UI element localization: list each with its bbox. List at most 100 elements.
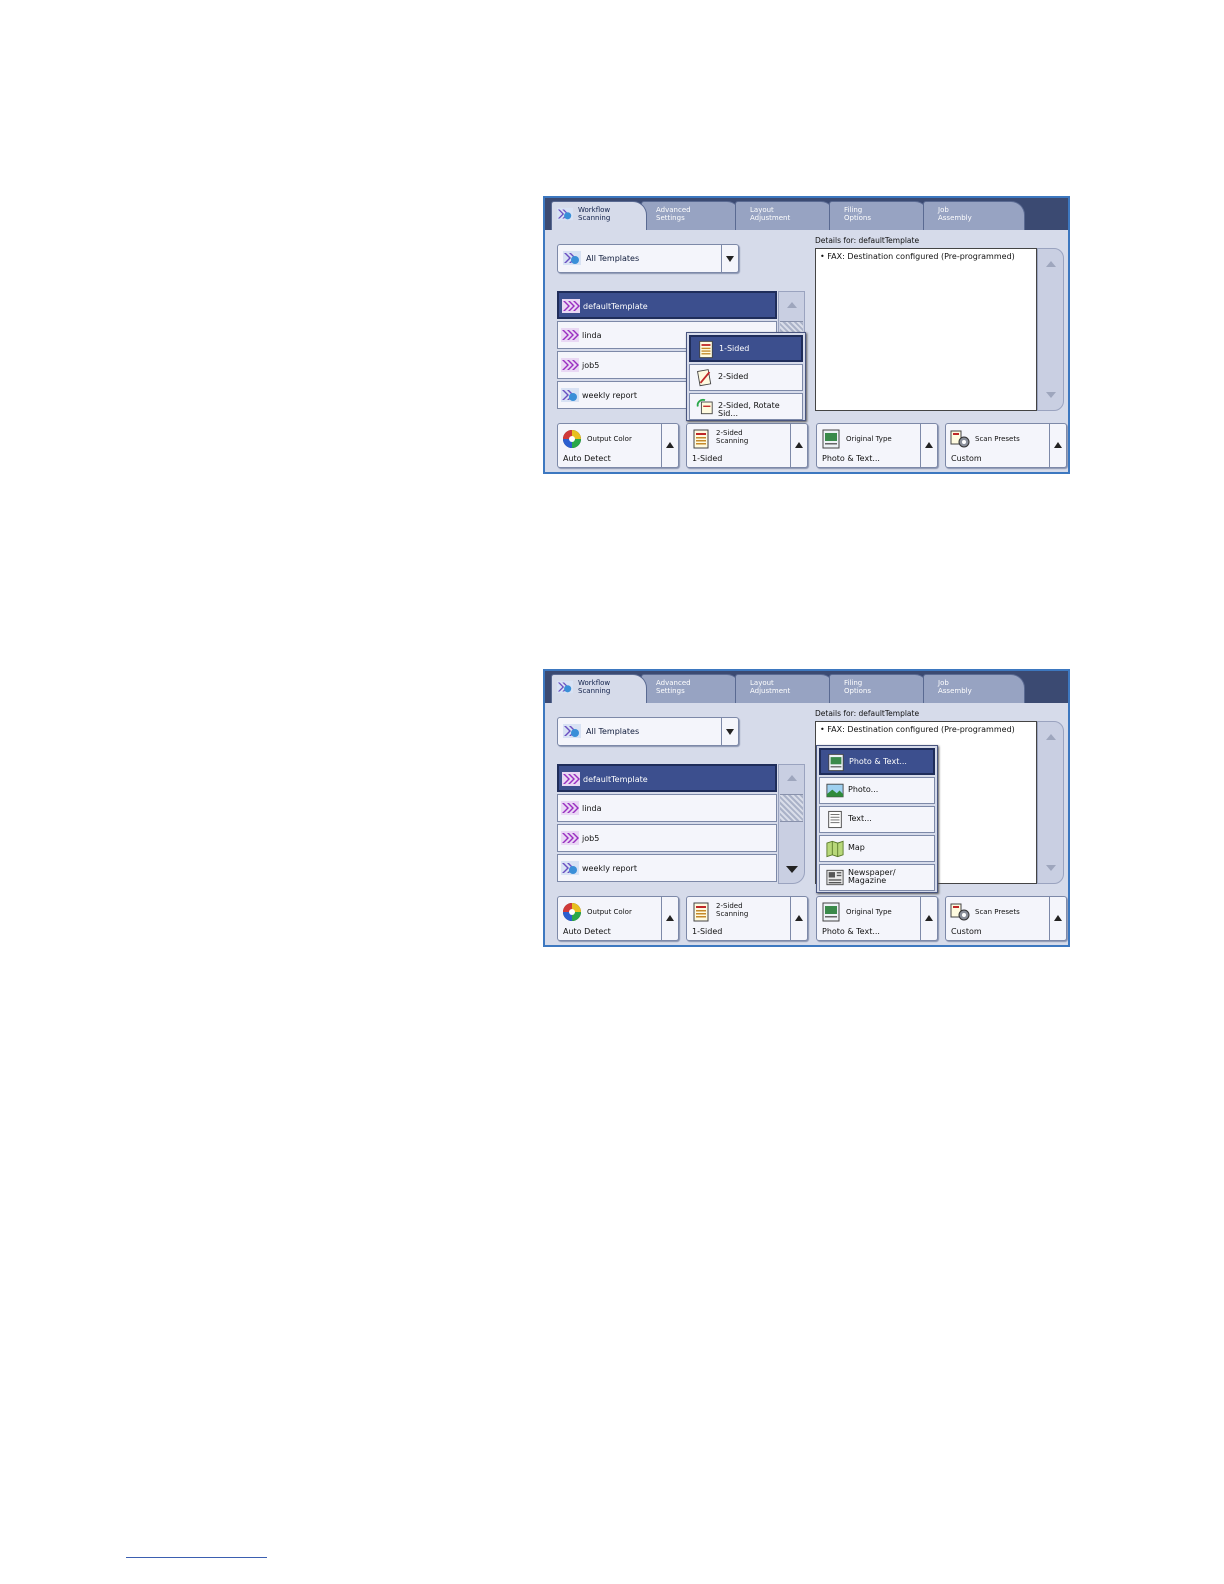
template-list: defaultTemplate linda job5 weekly report	[557, 764, 778, 884]
scroll-up-icon[interactable]	[787, 775, 797, 781]
option-newspaper-magazine[interactable]: Newspaper/ Magazine	[819, 864, 935, 891]
tab-job-assembly[interactable]: Job Assembly	[923, 201, 1025, 230]
workflow-scanning-icon	[557, 679, 573, 695]
scan-presets-arrow[interactable]	[1049, 897, 1066, 940]
template-icon	[562, 299, 580, 313]
scan-presets-button[interactable]: Scan Presets Custom	[945, 423, 1067, 468]
chevron-down-icon	[726, 256, 734, 262]
original-type-icon	[821, 902, 841, 922]
scan-presets-button[interactable]: Scan Presets Custom	[945, 896, 1067, 941]
tab-workflow-scanning[interactable]: Workflow Scanning	[551, 674, 647, 703]
tab-filing-options[interactable]: Filing Options	[829, 201, 929, 230]
two-sided-scanning-button[interactable]: 2-Sided Scanning 1-Sided	[686, 896, 808, 941]
template-icon	[561, 801, 579, 815]
details-text: • FAX: Destination configured (Pre-progr…	[820, 725, 1015, 734]
two-sided-arrow[interactable]	[790, 897, 807, 940]
original-type-arrow[interactable]	[920, 897, 937, 940]
one-sided-icon	[697, 340, 715, 359]
template-icon	[561, 831, 579, 845]
scroll-down-icon[interactable]	[1046, 865, 1056, 871]
two-sided-arrow[interactable]	[790, 424, 807, 467]
scroll-up-icon[interactable]	[1046, 734, 1056, 740]
tab-bar: Workflow Scanning Advanced Settings Layo…	[545, 198, 1068, 230]
template-row-linda[interactable]: linda	[557, 794, 777, 822]
newspaper-icon	[826, 868, 844, 887]
template-icon	[561, 358, 579, 372]
scan-presets-icon	[950, 429, 970, 449]
option-2-sided-rotate[interactable]: 2-Sided, Rotate Sid...	[689, 393, 803, 420]
dropdown-arrow[interactable]	[721, 245, 738, 272]
tab-advanced-settings[interactable]: Advanced Settings	[641, 674, 741, 703]
option-text[interactable]: Text...	[819, 806, 935, 833]
original-type-icon	[821, 429, 841, 449]
template-icon	[561, 328, 579, 342]
output-color-arrow[interactable]	[661, 897, 678, 940]
template-icon	[562, 772, 580, 786]
tab-filing-options[interactable]: Filing Options	[829, 674, 929, 703]
tab-bar: Workflow Scanning Advanced Settings Layo…	[545, 671, 1068, 703]
two-sided-scanning-button[interactable]: 2-Sided Scanning 1-Sided	[686, 423, 808, 468]
all-templates-dropdown[interactable]: All Templates	[557, 244, 739, 273]
output-color-arrow[interactable]	[661, 424, 678, 467]
scan-presets-arrow[interactable]	[1049, 424, 1066, 467]
option-map[interactable]: Map	[819, 835, 935, 862]
map-icon	[826, 839, 844, 858]
tab-layout-adjustment[interactable]: Layout Adjustment	[735, 201, 835, 230]
scroll-down-icon[interactable]	[786, 866, 798, 873]
photo-text-icon	[827, 753, 845, 772]
templates-icon	[563, 724, 581, 738]
scan-presets-icon	[950, 902, 970, 922]
template-row-weekly-report[interactable]: weekly report	[557, 854, 777, 882]
all-templates-dropdown[interactable]: All Templates	[557, 717, 739, 746]
original-type-button[interactable]: Original Type Photo & Text...	[816, 896, 938, 941]
templates-icon	[563, 251, 581, 265]
chevron-up-icon	[1054, 442, 1062, 448]
tab-advanced-settings[interactable]: Advanced Settings	[641, 201, 741, 230]
option-1-sided[interactable]: 1-Sided	[689, 335, 803, 362]
chevron-up-icon	[925, 442, 933, 448]
two-sided-icon	[691, 902, 711, 922]
tab-job-assembly[interactable]: Job Assembly	[923, 674, 1025, 703]
scroll-up-icon[interactable]	[787, 302, 797, 308]
option-photo-text[interactable]: Photo & Text...	[819, 748, 935, 775]
chevron-up-icon	[666, 915, 674, 921]
scroll-thumb[interactable]	[780, 794, 803, 822]
original-type-button[interactable]: Original Type Photo & Text...	[816, 423, 938, 468]
template-row-job5[interactable]: job5	[557, 824, 777, 852]
chevron-down-icon	[726, 729, 734, 735]
tab-layout-adjustment[interactable]: Layout Adjustment	[735, 674, 835, 703]
dropdown-arrow[interactable]	[721, 718, 738, 745]
color-wheel-icon	[562, 902, 582, 922]
output-color-button[interactable]: Output Color Auto Detect	[557, 896, 679, 941]
scroll-down-icon[interactable]	[1046, 392, 1056, 398]
details-text: • FAX: Destination configured (Pre-progr…	[820, 252, 1015, 261]
scan-screen-two-sided: Workflow Scanning Advanced Settings Layo…	[543, 196, 1070, 474]
chevron-up-icon	[795, 442, 803, 448]
workflow-scanning-icon	[557, 206, 573, 222]
tab-workflow-scanning[interactable]: Workflow Scanning	[551, 201, 647, 230]
scroll-up-icon[interactable]	[1046, 261, 1056, 267]
original-type-arrow[interactable]	[920, 424, 937, 467]
chevron-up-icon	[925, 915, 933, 921]
two-sided-popup-menu: 1-Sided 2-Sided 2-Sided, Rotate Sid...	[686, 332, 806, 421]
details-header: Details for: defaultTemplate	[815, 709, 920, 718]
details-scrollbar[interactable]	[1037, 721, 1064, 884]
two-sided-icon	[691, 429, 711, 449]
chevron-up-icon	[795, 915, 803, 921]
text-icon	[826, 810, 844, 829]
template-row-defaulttemplate[interactable]: defaultTemplate	[557, 764, 777, 792]
details-header: Details for: defaultTemplate	[815, 236, 920, 245]
template-row-defaulttemplate[interactable]: defaultTemplate	[557, 291, 777, 319]
option-2-sided[interactable]: 2-Sided	[689, 364, 803, 391]
two-sided-rotate-icon	[696, 397, 714, 416]
chevron-up-icon	[1054, 915, 1062, 921]
template-list-scrollbar[interactable]	[778, 764, 805, 884]
color-wheel-icon	[562, 429, 582, 449]
option-photo[interactable]: Photo...	[819, 777, 935, 804]
template-globe-icon	[561, 861, 579, 875]
scan-screen-original-type: Workflow Scanning Advanced Settings Layo…	[543, 669, 1070, 947]
two-sided-page-icon	[696, 368, 714, 387]
template-globe-icon	[561, 388, 579, 402]
details-scrollbar[interactable]	[1037, 248, 1064, 411]
output-color-button[interactable]: Output Color Auto Detect	[557, 423, 679, 468]
